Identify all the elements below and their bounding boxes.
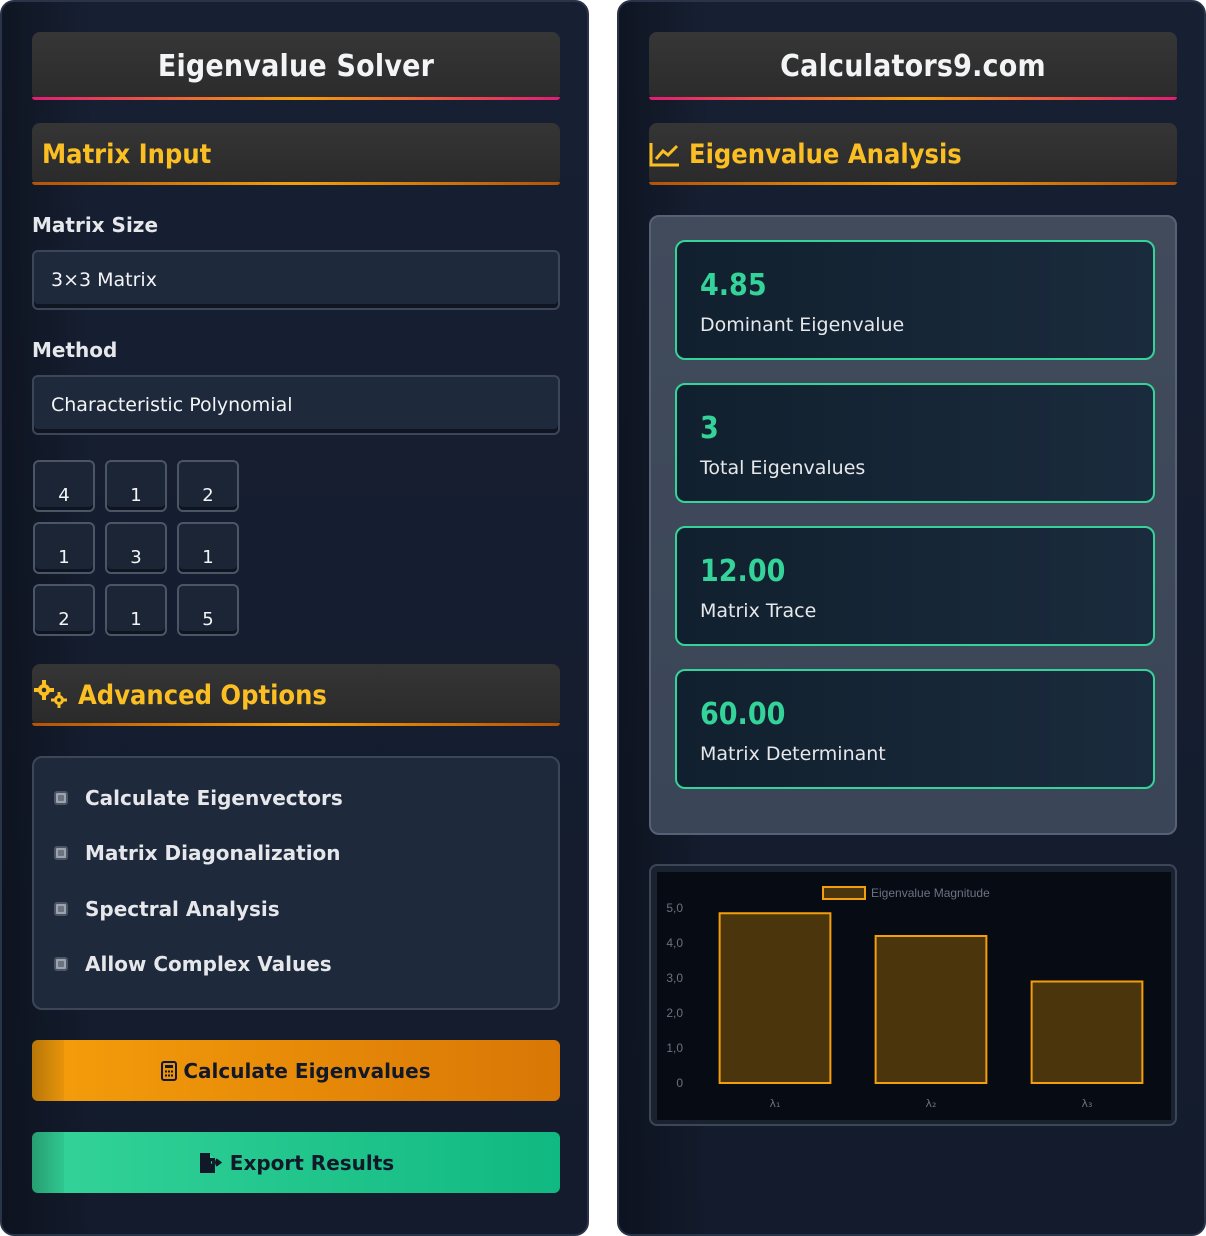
matrix-input-heading: Matrix Input	[32, 123, 560, 185]
legend-swatch	[822, 886, 866, 900]
stat-label: Total Eigenvalues	[700, 457, 866, 479]
gears-icon	[32, 679, 70, 711]
method-label: Method	[32, 338, 118, 362]
options-list: Calculate Eigenvectors Matrix Diagonaliz…	[32, 756, 560, 1010]
checkbox-icon[interactable]	[54, 846, 68, 860]
stat-label: Matrix Trace	[700, 600, 817, 622]
stat-card-total-eigenvalues: 3 Total Eigenvalues	[675, 383, 1155, 503]
bar-3	[1030, 980, 1144, 1084]
x-tick-label: λ₂	[926, 1097, 937, 1110]
checkbox-icon[interactable]	[54, 957, 68, 971]
y-tick-label: 5,0	[666, 901, 683, 915]
matrix-input-heading-text: Matrix Input	[42, 138, 212, 170]
stat-value: 60.00	[700, 697, 786, 732]
chart-legend: Eigenvalue Magnitude	[822, 886, 990, 900]
option-label: Calculate Eigenvectors	[85, 786, 343, 810]
stat-value: 4.85	[700, 268, 767, 303]
option-allow-complex-values[interactable]: Allow Complex Values	[54, 952, 332, 976]
file-export-icon	[198, 1152, 224, 1174]
chart-line-icon	[649, 140, 681, 168]
checkbox-icon[interactable]	[54, 902, 68, 916]
option-label: Matrix Diagonalization	[85, 841, 341, 865]
eigenvalue-chart: Eigenvalue Magnitude 5,0 4,0 3,0 2,0 1,0 0 λ₁ λ₂…	[666, 886, 1144, 1110]
calculator-icon	[161, 1060, 178, 1081]
matrix-cell-2-2[interactable]: 5	[177, 584, 239, 636]
option-calculate-eigenvectors[interactable]: Calculate Eigenvectors	[54, 786, 343, 810]
option-spectral-analysis[interactable]: Spectral Analysis	[54, 897, 280, 921]
x-tick-label: λ₁	[770, 1097, 781, 1110]
matrix-size-select[interactable]: 3×3 Matrix	[32, 250, 560, 310]
left-panel: Eigenvalue Solver Matrix Input Matrix Si…	[0, 0, 589, 1236]
stat-value: 12.00	[700, 554, 786, 589]
matrix-cell-0-1[interactable]: 1	[105, 460, 167, 512]
analysis-heading-text: Eigenvalue Analysis	[689, 138, 962, 170]
matrix-cell-1-1[interactable]: 3	[105, 522, 167, 574]
calculate-button[interactable]: Calculate Eigenvalues	[32, 1040, 560, 1101]
export-button[interactable]: Export Results	[32, 1132, 560, 1193]
matrix-cell-2-0[interactable]: 2	[33, 584, 95, 636]
x-tick-label: λ₃	[1082, 1097, 1093, 1110]
eigenvalue-chart-area: Eigenvalue Magnitude 5,0 4,0 3,0 2,0 1,0 0 λ₁ λ₂…	[657, 872, 1171, 1120]
option-label: Spectral Analysis	[85, 897, 280, 921]
advanced-options-heading-text: Advanced Options	[78, 679, 327, 711]
analysis-heading: Eigenvalue Analysis	[649, 123, 1177, 185]
stat-card-matrix-trace: 12.00 Matrix Trace	[675, 526, 1155, 646]
matrix-size-label: Matrix Size	[32, 213, 159, 237]
right-panel: Calculators9.com Eigenvalue Analysis 4.8…	[617, 0, 1206, 1236]
option-matrix-diagonalization[interactable]: Matrix Diagonalization	[54, 841, 341, 865]
matrix-cell-0-2[interactable]: 2	[177, 460, 239, 512]
app-title: Eigenvalue Solver	[32, 32, 560, 100]
matrix-cell-2-1[interactable]: 1	[105, 584, 167, 636]
matrix-cell-1-2[interactable]: 1	[177, 522, 239, 574]
stat-label: Matrix Determinant	[700, 743, 886, 765]
option-label: Allow Complex Values	[85, 952, 332, 976]
matrix-cell-0-0[interactable]: 4	[33, 460, 95, 512]
stat-card-dominant-eigenvalue: 4.85 Dominant Eigenvalue	[675, 240, 1155, 360]
y-tick-label: 3,0	[666, 971, 683, 985]
method-select[interactable]: Characteristic Polynomial	[32, 375, 560, 435]
y-tick-label: 1,0	[666, 1041, 683, 1055]
stat-label: Dominant Eigenvalue	[700, 314, 905, 336]
stats-container: 4.85 Dominant Eigenvalue 3 Total Eigenva…	[649, 215, 1177, 835]
bar-2	[874, 935, 988, 1084]
bar-1	[718, 912, 832, 1084]
y-tick-label: 4,0	[666, 936, 683, 950]
checkbox-icon[interactable]	[54, 791, 68, 805]
y-tick-label: 2,0	[666, 1006, 683, 1020]
calculate-button-label: Calculate Eigenvalues	[183, 1058, 431, 1083]
stat-card-matrix-determinant: 60.00 Matrix Determinant	[675, 669, 1155, 789]
export-button-label: Export Results	[229, 1150, 395, 1175]
legend-label: Eigenvalue Magnitude	[871, 886, 990, 900]
matrix-cell-1-0[interactable]: 1	[33, 522, 95, 574]
advanced-options-heading: Advanced Options	[32, 664, 560, 726]
y-tick-label: 0	[676, 1076, 683, 1090]
eigenvalue-chart-frame: Eigenvalue Magnitude 5,0 4,0 3,0 2,0 1,0 0 λ₁ λ₂…	[649, 864, 1177, 1126]
stat-value: 3	[700, 411, 719, 446]
site-title: Calculators9.com	[649, 32, 1177, 100]
